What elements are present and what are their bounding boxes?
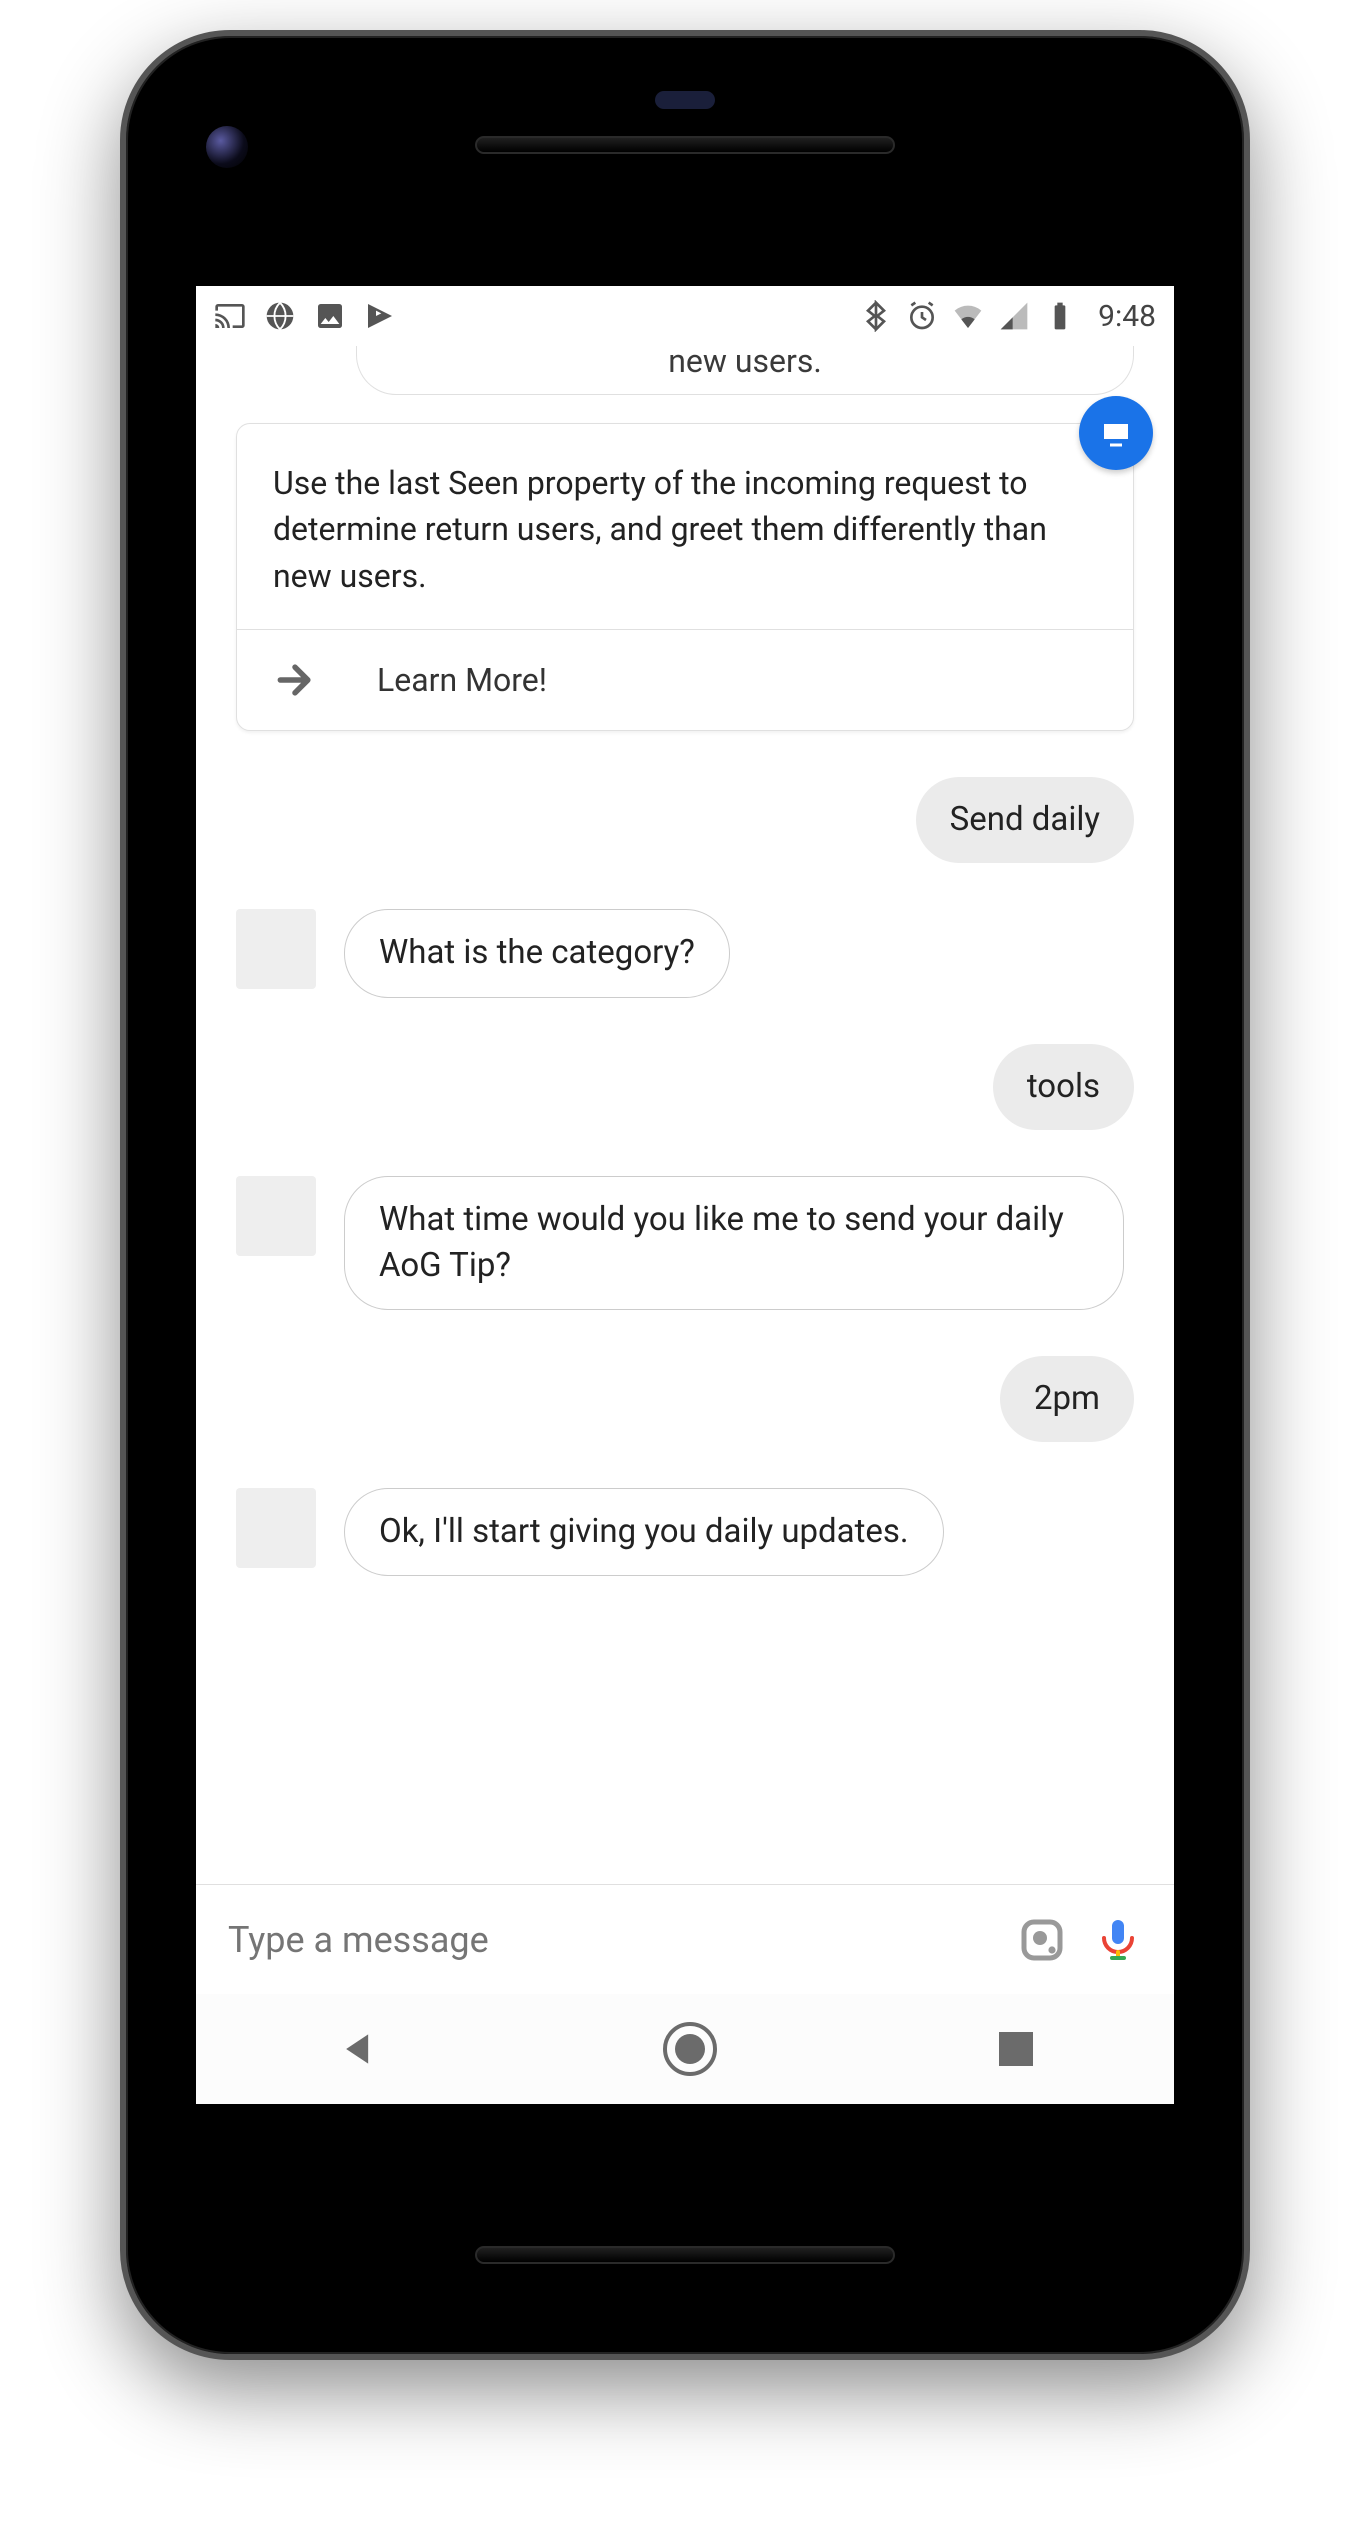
lens-icon[interactable] bbox=[1018, 1916, 1066, 1964]
message-row: tools bbox=[236, 1044, 1134, 1130]
previous-card-peek: new users. bbox=[356, 346, 1134, 395]
message-input[interactable] bbox=[228, 1919, 990, 1961]
tip-card[interactable]: Use the last Seen property of the incomi… bbox=[236, 423, 1134, 731]
back-button[interactable] bbox=[337, 2027, 381, 2071]
home-button-inner bbox=[675, 2034, 705, 2064]
photos-icon bbox=[314, 300, 346, 332]
status-left bbox=[214, 300, 396, 332]
card-body: Use the last Seen property of the incomi… bbox=[237, 424, 1133, 629]
sports-icon bbox=[264, 300, 296, 332]
message-row: 2pm bbox=[236, 1356, 1134, 1442]
clock: 9:48 bbox=[1098, 299, 1156, 334]
bot-bubble[interactable]: Ok, I'll start giving you daily updates. bbox=[344, 1488, 944, 1576]
phone-frame: 9:48 new users. Use the last Seen proper… bbox=[120, 30, 1250, 2360]
message-row: What time would you like me to send your… bbox=[236, 1176, 1134, 1310]
card-action[interactable]: Learn More! bbox=[237, 629, 1133, 730]
message-row: What is the category? bbox=[236, 909, 1134, 997]
card-action-label: Learn More! bbox=[377, 661, 547, 699]
stage: 9:48 new users. Use the last Seen proper… bbox=[0, 0, 1370, 2534]
avatar bbox=[236, 909, 316, 989]
user-bubble[interactable]: tools bbox=[993, 1044, 1134, 1130]
bluetooth-icon bbox=[860, 300, 892, 332]
arrow-right-icon bbox=[273, 658, 317, 702]
bot-bubble[interactable]: What is the category? bbox=[344, 909, 730, 997]
card-badge bbox=[1079, 396, 1153, 470]
play-icon bbox=[364, 300, 396, 332]
cell-icon bbox=[998, 300, 1030, 332]
proximity-sensor bbox=[655, 91, 715, 109]
chat-scroll[interactable]: new users. Use the last Seen property of… bbox=[196, 346, 1174, 1884]
alarm-icon bbox=[906, 300, 938, 332]
front-camera bbox=[206, 126, 248, 168]
avatar bbox=[236, 1176, 316, 1256]
avatar bbox=[236, 1488, 316, 1568]
status-right: 9:48 bbox=[860, 299, 1156, 334]
screen: 9:48 new users. Use the last Seen proper… bbox=[196, 286, 1174, 2104]
user-bubble[interactable]: Send daily bbox=[916, 777, 1134, 863]
message-row: Send daily bbox=[236, 777, 1134, 863]
android-nav-bar bbox=[196, 1994, 1174, 2104]
mic-icon[interactable] bbox=[1094, 1916, 1142, 1964]
bottom-speaker bbox=[475, 2246, 895, 2264]
wifi-icon bbox=[952, 300, 984, 332]
input-bar bbox=[196, 1884, 1174, 1994]
battery-icon bbox=[1044, 300, 1076, 332]
message-row: Ok, I'll start giving you daily updates. bbox=[236, 1488, 1134, 1576]
recents-button[interactable] bbox=[999, 2032, 1033, 2066]
earpiece bbox=[475, 136, 895, 154]
user-bubble[interactable]: 2pm bbox=[1000, 1356, 1134, 1442]
status-bar: 9:48 bbox=[196, 286, 1174, 346]
home-button[interactable] bbox=[663, 2022, 717, 2076]
logo-icon bbox=[1098, 415, 1134, 451]
cast-icon bbox=[214, 300, 246, 332]
bot-bubble[interactable]: What time would you like me to send your… bbox=[344, 1176, 1124, 1310]
